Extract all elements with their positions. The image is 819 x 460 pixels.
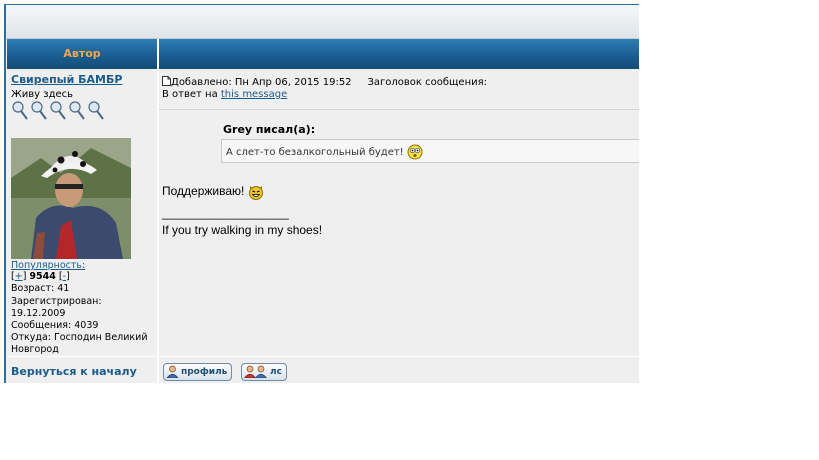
rank-pin-icon — [69, 101, 85, 120]
poster-registered-date: 19.12.2009 — [11, 308, 66, 319]
quote-content: А слет-то безалкогольный будет! — [226, 144, 423, 160]
profile-button[interactable]: профиль — [163, 363, 233, 381]
popularity-link[interactable]: Популярность: — [11, 260, 85, 271]
pm-button-label: лс — [270, 367, 282, 377]
rank-pin-icon — [12, 101, 28, 120]
rank-pin-icon — [50, 101, 66, 120]
poster-age: Возраст: 41 — [11, 283, 70, 294]
author-header-label: Автор — [63, 47, 101, 60]
document-icon[interactable] — [162, 76, 171, 86]
reply-prefix: В ответ на — [162, 89, 218, 100]
signature-separator: ___________________ — [162, 206, 289, 220]
poster-messages: Сообщения: 4039 — [11, 320, 99, 331]
rank-pin-icon — [31, 101, 47, 120]
popularity-score: 9544 — [29, 271, 56, 282]
avatar — [11, 138, 131, 259]
post-date: Добавлено: Пн Апр 06, 2015 19:52 — [171, 77, 352, 88]
avatar-photo — [11, 138, 131, 259]
quote-box: А слет-то безалкогольный будет! — [221, 139, 639, 163]
poster-location-city: Новгород — [11, 344, 59, 355]
back-to-top-link[interactable]: Вернуться к началу — [11, 365, 137, 378]
poster-registered-label: Зарегистрирован: — [11, 296, 102, 307]
popularity-row: [+] 9544 [-] — [11, 271, 70, 282]
popularity-plus-link[interactable]: + — [15, 271, 23, 282]
reply-link[interactable]: this message — [221, 89, 287, 100]
quote-text: А слет-то безалкогольный будет! — [226, 147, 404, 158]
post-body-text: Поддерживаю! — [162, 184, 245, 199]
signature: If you try walking in my shoes! — [162, 223, 323, 237]
top-bar — [6, 5, 639, 39]
devil-smiley-icon — [248, 186, 263, 200]
post-header: Добавлено: Пн Апр 06, 2015 19:52 Заголов… — [162, 76, 487, 88]
poster-location: Откуда: Господин Великий — [11, 332, 148, 343]
post-body: Поддерживаю! — [162, 184, 264, 200]
poster-name-link[interactable]: Свирепый БАМБР — [11, 73, 122, 86]
profile-button-label: профиль — [181, 367, 228, 377]
author-column: Свирепый БАМБР Живу здесь Популярность: … — [7, 70, 157, 355]
users-icon — [244, 365, 267, 378]
rank-pins — [11, 101, 106, 123]
poster-rank: Живу здесь — [11, 89, 74, 100]
reply-to: В ответ на this message — [162, 89, 287, 100]
forum-post-table: Автор Свирепый БАМБР Живу здесь Популярн… — [4, 4, 639, 383]
quote-author: Grey писал(а): — [223, 123, 316, 136]
post-divider — [159, 109, 639, 110]
rank-pin-icon — [88, 101, 104, 120]
message-column: Добавлено: Пн Апр 06, 2015 19:52 Заголов… — [159, 70, 639, 355]
author-header: Автор — [7, 39, 157, 69]
footer-author-cell: Вернуться к началу — [7, 356, 157, 383]
footer-message-cell: профиль лс — [159, 356, 639, 383]
surprised-smiley-icon — [407, 144, 423, 160]
message-header — [159, 39, 639, 69]
user-icon — [166, 365, 179, 378]
post-subject-label: Заголовок сообщения: — [367, 77, 487, 88]
pm-button[interactable]: лс — [241, 363, 287, 381]
popularity-minus-link[interactable]: - — [63, 271, 66, 282]
